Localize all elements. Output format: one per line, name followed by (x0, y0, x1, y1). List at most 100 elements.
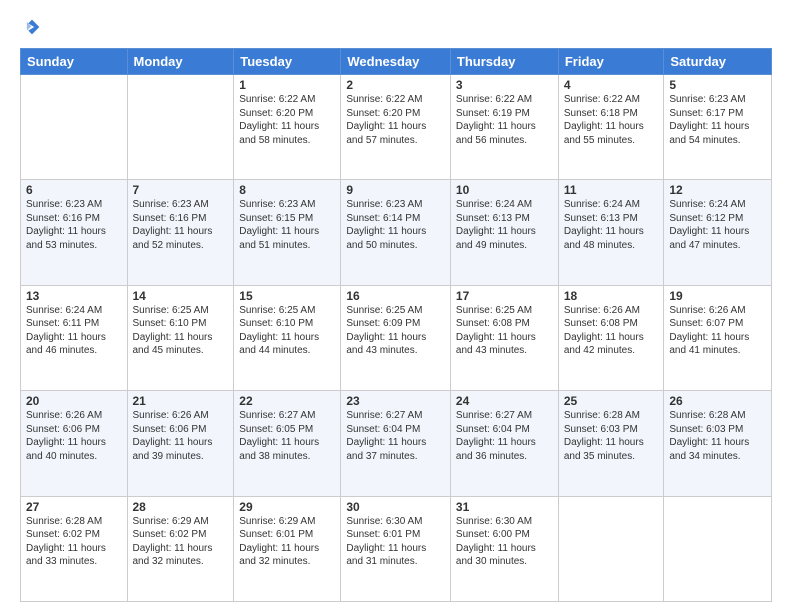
day-info: Sunrise: 6:23 AMSunset: 6:15 PMDaylight:… (239, 198, 335, 252)
calendar-cell: 10Sunrise: 6:24 AMSunset: 6:13 PMDayligh… (450, 180, 558, 285)
calendar-table: SundayMondayTuesdayWednesdayThursdayFrid… (20, 48, 772, 602)
calendar-cell: 14Sunrise: 6:25 AMSunset: 6:10 PMDayligh… (127, 285, 234, 390)
day-number: 20 (26, 394, 122, 408)
day-number: 2 (346, 78, 445, 92)
day-number: 4 (564, 78, 659, 92)
day-number: 28 (133, 500, 229, 514)
week-row-5: 27Sunrise: 6:28 AMSunset: 6:02 PMDayligh… (21, 496, 772, 601)
day-number: 25 (564, 394, 659, 408)
day-header-tuesday: Tuesday (234, 49, 341, 75)
day-info: Sunrise: 6:25 AMSunset: 6:10 PMDaylight:… (133, 304, 229, 358)
calendar-cell: 7Sunrise: 6:23 AMSunset: 6:16 PMDaylight… (127, 180, 234, 285)
day-number: 14 (133, 289, 229, 303)
day-info: Sunrise: 6:25 AMSunset: 6:09 PMDaylight:… (346, 304, 445, 358)
day-header-thursday: Thursday (450, 49, 558, 75)
calendar-cell: 26Sunrise: 6:28 AMSunset: 6:03 PMDayligh… (664, 391, 772, 496)
calendar-cell: 3Sunrise: 6:22 AMSunset: 6:19 PMDaylight… (450, 75, 558, 180)
day-number: 8 (239, 183, 335, 197)
day-info: Sunrise: 6:27 AMSunset: 6:04 PMDaylight:… (456, 409, 553, 463)
calendar-cell (21, 75, 128, 180)
day-number: 17 (456, 289, 553, 303)
calendar-cell: 5Sunrise: 6:23 AMSunset: 6:17 PMDaylight… (664, 75, 772, 180)
day-number: 27 (26, 500, 122, 514)
calendar-cell (664, 496, 772, 601)
day-info: Sunrise: 6:22 AMSunset: 6:18 PMDaylight:… (564, 93, 659, 147)
calendar-cell: 13Sunrise: 6:24 AMSunset: 6:11 PMDayligh… (21, 285, 128, 390)
day-number: 16 (346, 289, 445, 303)
day-header-saturday: Saturday (664, 49, 772, 75)
calendar-cell: 19Sunrise: 6:26 AMSunset: 6:07 PMDayligh… (664, 285, 772, 390)
calendar-cell (558, 496, 664, 601)
day-number: 15 (239, 289, 335, 303)
day-number: 31 (456, 500, 553, 514)
day-number: 10 (456, 183, 553, 197)
day-info: Sunrise: 6:26 AMSunset: 6:06 PMDaylight:… (133, 409, 229, 463)
day-info: Sunrise: 6:29 AMSunset: 6:01 PMDaylight:… (239, 515, 335, 569)
calendar-cell: 12Sunrise: 6:24 AMSunset: 6:12 PMDayligh… (664, 180, 772, 285)
day-number: 30 (346, 500, 445, 514)
calendar-cell (127, 75, 234, 180)
day-info: Sunrise: 6:28 AMSunset: 6:03 PMDaylight:… (564, 409, 659, 463)
calendar-cell: 1Sunrise: 6:22 AMSunset: 6:20 PMDaylight… (234, 75, 341, 180)
calendar-cell: 15Sunrise: 6:25 AMSunset: 6:10 PMDayligh… (234, 285, 341, 390)
day-info: Sunrise: 6:24 AMSunset: 6:11 PMDaylight:… (26, 304, 122, 358)
calendar-cell: 22Sunrise: 6:27 AMSunset: 6:05 PMDayligh… (234, 391, 341, 496)
day-info: Sunrise: 6:28 AMSunset: 6:02 PMDaylight:… (26, 515, 122, 569)
week-row-4: 20Sunrise: 6:26 AMSunset: 6:06 PMDayligh… (21, 391, 772, 496)
calendar-cell: 27Sunrise: 6:28 AMSunset: 6:02 PMDayligh… (21, 496, 128, 601)
day-number: 13 (26, 289, 122, 303)
logo (20, 16, 43, 38)
calendar-cell: 30Sunrise: 6:30 AMSunset: 6:01 PMDayligh… (341, 496, 451, 601)
calendar-cell: 25Sunrise: 6:28 AMSunset: 6:03 PMDayligh… (558, 391, 664, 496)
page-container: SundayMondayTuesdayWednesdayThursdayFrid… (0, 0, 792, 612)
day-number: 12 (669, 183, 766, 197)
header (20, 16, 772, 38)
day-info: Sunrise: 6:30 AMSunset: 6:00 PMDaylight:… (456, 515, 553, 569)
day-info: Sunrise: 6:23 AMSunset: 6:16 PMDaylight:… (133, 198, 229, 252)
calendar-cell: 16Sunrise: 6:25 AMSunset: 6:09 PMDayligh… (341, 285, 451, 390)
day-number: 29 (239, 500, 335, 514)
day-number: 11 (564, 183, 659, 197)
day-number: 7 (133, 183, 229, 197)
day-header-sunday: Sunday (21, 49, 128, 75)
week-row-2: 6Sunrise: 6:23 AMSunset: 6:16 PMDaylight… (21, 180, 772, 285)
calendar-cell: 18Sunrise: 6:26 AMSunset: 6:08 PMDayligh… (558, 285, 664, 390)
day-info: Sunrise: 6:27 AMSunset: 6:05 PMDaylight:… (239, 409, 335, 463)
day-info: Sunrise: 6:23 AMSunset: 6:16 PMDaylight:… (26, 198, 122, 252)
calendar-cell: 4Sunrise: 6:22 AMSunset: 6:18 PMDaylight… (558, 75, 664, 180)
week-row-3: 13Sunrise: 6:24 AMSunset: 6:11 PMDayligh… (21, 285, 772, 390)
day-number: 1 (239, 78, 335, 92)
day-info: Sunrise: 6:29 AMSunset: 6:02 PMDaylight:… (133, 515, 229, 569)
calendar-cell: 9Sunrise: 6:23 AMSunset: 6:14 PMDaylight… (341, 180, 451, 285)
day-info: Sunrise: 6:24 AMSunset: 6:13 PMDaylight:… (564, 198, 659, 252)
day-info: Sunrise: 6:22 AMSunset: 6:19 PMDaylight:… (456, 93, 553, 147)
calendar-cell: 29Sunrise: 6:29 AMSunset: 6:01 PMDayligh… (234, 496, 341, 601)
day-info: Sunrise: 6:28 AMSunset: 6:03 PMDaylight:… (669, 409, 766, 463)
day-info: Sunrise: 6:23 AMSunset: 6:17 PMDaylight:… (669, 93, 766, 147)
day-number: 21 (133, 394, 229, 408)
day-header-wednesday: Wednesday (341, 49, 451, 75)
day-info: Sunrise: 6:25 AMSunset: 6:10 PMDaylight:… (239, 304, 335, 358)
header-row: SundayMondayTuesdayWednesdayThursdayFrid… (21, 49, 772, 75)
calendar-cell: 31Sunrise: 6:30 AMSunset: 6:00 PMDayligh… (450, 496, 558, 601)
day-number: 3 (456, 78, 553, 92)
day-number: 23 (346, 394, 445, 408)
day-number: 5 (669, 78, 766, 92)
calendar-cell: 17Sunrise: 6:25 AMSunset: 6:08 PMDayligh… (450, 285, 558, 390)
day-info: Sunrise: 6:24 AMSunset: 6:13 PMDaylight:… (456, 198, 553, 252)
calendar-cell: 8Sunrise: 6:23 AMSunset: 6:15 PMDaylight… (234, 180, 341, 285)
day-number: 6 (26, 183, 122, 197)
day-header-friday: Friday (558, 49, 664, 75)
day-info: Sunrise: 6:25 AMSunset: 6:08 PMDaylight:… (456, 304, 553, 358)
calendar-cell: 24Sunrise: 6:27 AMSunset: 6:04 PMDayligh… (450, 391, 558, 496)
calendar-cell: 2Sunrise: 6:22 AMSunset: 6:20 PMDaylight… (341, 75, 451, 180)
day-number: 9 (346, 183, 445, 197)
calendar-cell: 28Sunrise: 6:29 AMSunset: 6:02 PMDayligh… (127, 496, 234, 601)
day-info: Sunrise: 6:26 AMSunset: 6:07 PMDaylight:… (669, 304, 766, 358)
day-info: Sunrise: 6:23 AMSunset: 6:14 PMDaylight:… (346, 198, 445, 252)
calendar-cell: 11Sunrise: 6:24 AMSunset: 6:13 PMDayligh… (558, 180, 664, 285)
day-info: Sunrise: 6:26 AMSunset: 6:06 PMDaylight:… (26, 409, 122, 463)
calendar-cell: 6Sunrise: 6:23 AMSunset: 6:16 PMDaylight… (21, 180, 128, 285)
day-header-monday: Monday (127, 49, 234, 75)
logo-icon (21, 16, 43, 38)
